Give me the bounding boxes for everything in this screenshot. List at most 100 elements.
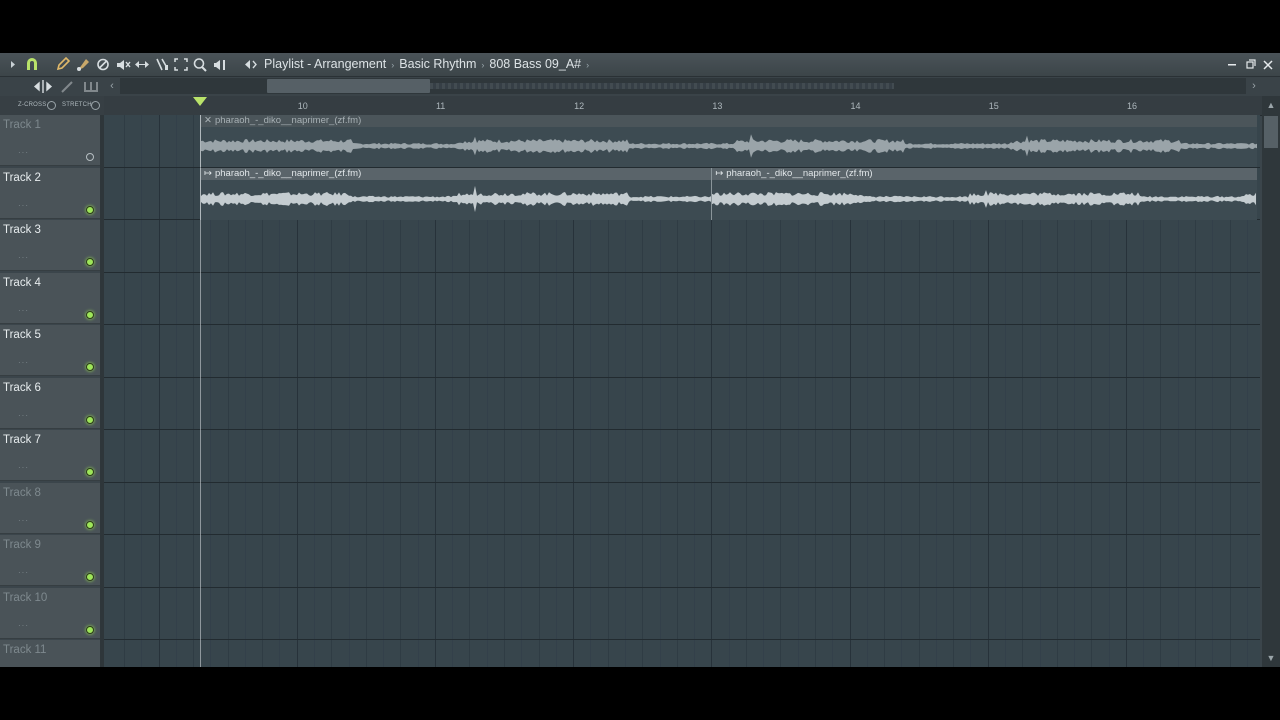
clip-menu-icon[interactable]: ↦	[204, 168, 212, 179]
minimize-icon[interactable]	[1224, 56, 1240, 73]
slice-tool-icon[interactable]	[153, 56, 171, 73]
waveform-shape	[712, 189, 1257, 208]
stretch-toggle[interactable]	[91, 101, 100, 110]
track-grip-icon[interactable]: ···	[18, 201, 29, 210]
playlist-grid[interactable]: ✕ pharaoh_-_diko__naprimer_(zf.fm) ↦ pharao…	[104, 115, 1260, 667]
track-mute-led-icon[interactable]	[86, 205, 94, 214]
scroll-right-icon[interactable]: ›	[1246, 78, 1262, 94]
track-header[interactable]: Track 8 ···	[0, 482, 100, 534]
ruler-bar-number: 11	[435, 101, 446, 111]
close-icon[interactable]	[1260, 56, 1276, 73]
grid-line	[193, 115, 194, 667]
track-header[interactable]: Track 3 ···	[0, 220, 100, 271]
track-mute-led-icon[interactable]	[86, 363, 94, 371]
pencil-tool-icon[interactable]	[54, 56, 72, 73]
track-grip-icon[interactable]: ···	[18, 516, 29, 525]
scroll-down-icon[interactable]: ▼	[1262, 651, 1280, 665]
title-bar: Playlist - Arrangement › Basic Rhythm › 808 …	[0, 53, 1280, 77]
waveform	[201, 185, 711, 212]
breadcrumb-separator: ›	[586, 60, 590, 70]
grid-mode-icon[interactable]	[82, 78, 100, 95]
grid-line	[176, 115, 177, 667]
waveform	[201, 134, 1257, 158]
breadcrumb-channel[interactable]: 808 Bass 09_A#	[489, 53, 581, 76]
track-grip-icon[interactable]: ···	[18, 411, 29, 420]
clip-title-bar[interactable]: ↦ pharaoh_-_diko__naprimer_(zf.fm)	[201, 167, 712, 180]
track-mute-led-icon[interactable]	[86, 415, 94, 424]
track-headers: Track 1 ··· Track 2 ··· Track 3 ··· Track 4 ···…	[0, 115, 100, 667]
track-grip-icon[interactable]: ···	[18, 306, 29, 315]
restore-icon[interactable]	[1242, 56, 1258, 73]
draw-mode-icon[interactable]	[59, 78, 77, 95]
track-header[interactable]: Track 6 ···	[0, 377, 100, 429]
track-grip-icon[interactable]: ···	[18, 463, 29, 472]
clip-label: pharaoh_-_diko__naprimer_(zf.fm)	[214, 167, 362, 179]
ruler-bar-number: 10	[297, 101, 308, 111]
track-name: Track 4	[3, 276, 41, 289]
track-divider	[104, 639, 1260, 640]
clip-menu-icon[interactable]: ↦	[715, 168, 723, 179]
track-divider	[104, 482, 1260, 483]
breadcrumb-separator: ›	[391, 60, 395, 70]
slip-tool-icon[interactable]	[133, 56, 151, 73]
waveform	[712, 189, 1257, 208]
vertical-scrollbar-thumb[interactable]	[1264, 116, 1278, 148]
track-mute-led-icon[interactable]	[86, 310, 94, 319]
track-grip-icon[interactable]: ···	[18, 148, 29, 157]
track-grip-icon[interactable]: ···	[18, 358, 29, 367]
timeline-ruler[interactable]: 10 11 12 13 14 15 16	[104, 96, 1262, 116]
scroll-left-icon[interactable]: ‹	[104, 78, 120, 94]
vertical-scrollbar[interactable]: ▲ ▼	[1262, 96, 1280, 667]
zcross-toggle[interactable]	[47, 101, 56, 110]
track-header[interactable]: Track 1 ···	[0, 115, 100, 166]
playhead-marker[interactable]	[193, 97, 207, 106]
breadcrumb-separator: ›	[481, 60, 485, 70]
breadcrumb-pattern[interactable]: Basic Rhythm	[399, 53, 476, 76]
window-title: Playlist - Arrangement › Basic Rhythm › 808 …	[264, 53, 594, 76]
playback-tool-icon[interactable]	[211, 56, 229, 73]
playlist-window: Playlist - Arrangement › Basic Rhythm › 808 …	[0, 53, 1280, 667]
track-divider	[104, 377, 1260, 378]
track-mute-led-icon[interactable]	[86, 153, 94, 161]
track-header[interactable]: Track 5 ···	[0, 325, 100, 376]
track-grip-icon[interactable]: ···	[18, 568, 29, 577]
grid-line	[124, 115, 125, 667]
stretch-mode-icon[interactable]	[33, 78, 53, 95]
track-name: Track 2	[3, 171, 41, 184]
clip-menu-icon[interactable]: ✕	[204, 115, 212, 126]
magnet-snap-icon[interactable]	[23, 56, 41, 73]
menu-arrow-icon[interactable]	[6, 56, 20, 73]
track-grip-icon[interactable]: ···	[18, 621, 29, 630]
brush-tool-icon[interactable]	[74, 56, 92, 73]
track-header[interactable]: Track 7 ···	[0, 430, 100, 481]
track-mute-led-icon[interactable]	[86, 573, 94, 581]
clip-title-bar[interactable]: ↦ pharaoh_-_diko__naprimer_(zf.fm)	[712, 167, 1258, 180]
select-tool-icon[interactable]	[172, 56, 190, 73]
zoom-tool-icon[interactable]	[191, 56, 209, 73]
track-mute-led-icon[interactable]	[86, 520, 94, 529]
track-mute-led-icon[interactable]	[86, 468, 94, 476]
audio-clip[interactable]: ✕ pharaoh_-_diko__naprimer_(zf.fm)	[200, 115, 1258, 167]
track-header[interactable]: Track 11···	[0, 640, 100, 667]
track-divider	[104, 587, 1260, 588]
clip-title-bar[interactable]: ✕ pharaoh_-_diko__naprimer_(zf.fm)	[201, 115, 1258, 127]
audio-clip[interactable]: ↦ pharaoh_-_diko__naprimer_(zf.fm)	[711, 167, 1258, 220]
waveform-shape	[201, 134, 1257, 158]
track-name: Track 8	[3, 486, 41, 499]
scrollbar-thumb[interactable]	[267, 79, 430, 93]
track-header[interactable]: Track 9 ···	[0, 535, 100, 586]
horizontal-scrollbar[interactable]: ‹ ›	[104, 78, 1262, 94]
ruler-bar-number: 16	[1126, 101, 1137, 111]
track-header[interactable]: Track 4 ···	[0, 272, 100, 324]
speaker-icon[interactable]	[242, 56, 260, 73]
track-header[interactable]: Track 10 ···	[0, 587, 100, 639]
scroll-up-icon[interactable]: ▲	[1262, 98, 1280, 112]
mute-tool-icon[interactable]	[114, 56, 132, 73]
delete-tool-icon[interactable]	[94, 56, 112, 73]
track-mute-led-icon[interactable]	[86, 625, 94, 634]
track-divider	[104, 272, 1260, 273]
track-mute-led-icon[interactable]	[86, 258, 94, 266]
track-header[interactable]: Track 2 ···	[0, 167, 100, 219]
track-grip-icon[interactable]: ···	[18, 253, 29, 262]
audio-clip[interactable]: ↦ pharaoh_-_diko__naprimer_(zf.fm)	[200, 167, 712, 220]
